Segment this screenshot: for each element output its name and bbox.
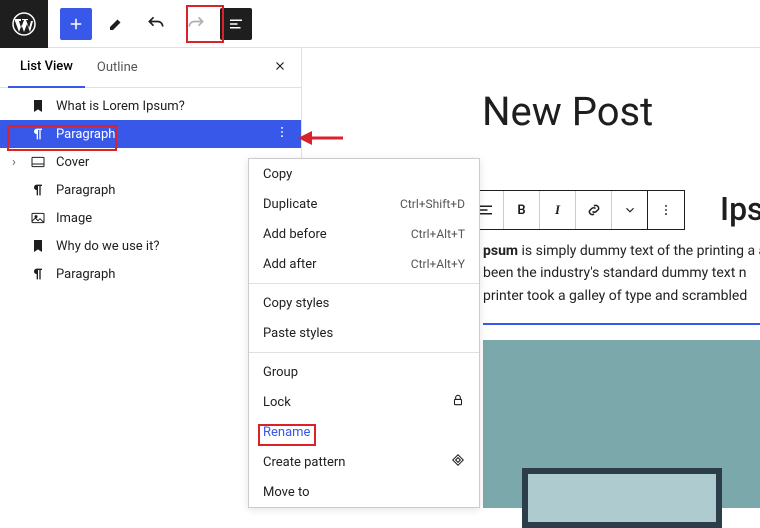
menu-label: Create pattern [263,455,345,470]
editor-topbar [0,0,760,48]
menu-lock[interactable]: Lock [249,387,479,417]
panel-tabs: List View Outline [0,48,301,88]
menu-separator [249,352,479,353]
bold-button[interactable]: B [504,191,540,229]
redo-button[interactable] [180,8,212,40]
menu-shortcut: Ctrl+Shift+D [400,197,465,211]
menu-duplicate[interactable]: Duplicate Ctrl+Shift+D [249,189,479,219]
block-options-button[interactable] [648,191,684,229]
menu-label: Copy [263,167,292,182]
menu-shortcut: Ctrl+Alt+Y [411,257,465,271]
bookmark-icon [28,96,48,116]
menu-add-after[interactable]: Add after Ctrl+Alt+Y [249,249,479,279]
edit-button[interactable] [100,8,132,40]
menu-label: Add before [263,227,327,242]
paragraph-icon [28,264,48,284]
tree-item-label: Why do we use it? [56,239,159,254]
tab-outline[interactable]: Outline [85,48,150,88]
tree-item-paragraph-selected[interactable]: Paragraph [0,120,301,148]
menu-label: Duplicate [263,197,317,212]
menu-group[interactable]: Group [249,357,479,387]
image-icon [28,208,48,228]
more-formatting-button[interactable] [612,191,648,229]
menu-label: Group [263,365,298,380]
add-block-button[interactable] [60,8,92,40]
lock-icon [451,393,465,411]
menu-label: Paste styles [263,326,333,341]
tree-item-label: What is Lorem Ipsum? [56,99,185,114]
cover-icon [28,152,48,172]
bookmark-icon [28,236,48,256]
more-options-button[interactable] [275,125,289,143]
menu-paste-styles[interactable]: Paste styles [249,318,479,348]
panel-close-button[interactable] [267,53,293,83]
cover-inner-shape [522,468,722,528]
tab-list-view[interactable]: List View [8,48,85,88]
diamond-icon [451,453,465,471]
paragraph-icon [28,124,48,144]
heading-fragment: Ips [720,190,760,228]
menu-label: Lock [263,395,291,410]
tree-item-heading[interactable]: What is Lorem Ipsum? [0,92,301,120]
menu-create-pattern[interactable]: Create pattern [249,447,479,477]
tree-item-label: Paragraph [56,127,115,142]
menu-label: Rename [263,425,310,440]
italic-button[interactable]: I [540,191,576,229]
menu-shortcut: Ctrl+Alt+T [411,227,465,241]
block-selection-border [483,323,760,325]
paragraph-bold: psum [483,243,518,259]
post-title[interactable]: New Post [482,88,760,135]
menu-copy-styles[interactable]: Copy styles [249,288,479,318]
menu-label: Move to [263,485,310,500]
menu-move-to[interactable]: Move to [249,477,479,507]
menu-rename[interactable]: Rename [249,417,479,447]
chevron-right-icon[interactable]: › [8,155,20,170]
block-context-menu: Copy Duplicate Ctrl+Shift+D Add before Ctr… [248,158,480,508]
link-button[interactable] [576,191,612,229]
menu-copy[interactable]: Copy [249,159,479,189]
cover-block[interactable] [483,340,760,508]
tree-item-label: Image [56,211,92,226]
tree-item-label: Paragraph [56,267,115,282]
menu-label: Add after [263,257,317,272]
paragraph-icon [28,180,48,200]
menu-separator [249,283,479,284]
paragraph-text: is simply dummy text of the printing a a… [483,243,760,304]
paragraph-block[interactable]: psum is simply dummy text of the printin… [483,240,760,307]
undo-button[interactable] [140,8,172,40]
menu-add-before[interactable]: Add before Ctrl+Alt+T [249,219,479,249]
wordpress-logo[interactable] [0,0,48,48]
tree-item-label: Paragraph [56,183,115,198]
block-toolbar: B I [467,190,685,230]
menu-label: Copy styles [263,296,329,311]
tree-item-label: Cover [56,155,89,170]
list-view-button[interactable] [220,8,252,40]
